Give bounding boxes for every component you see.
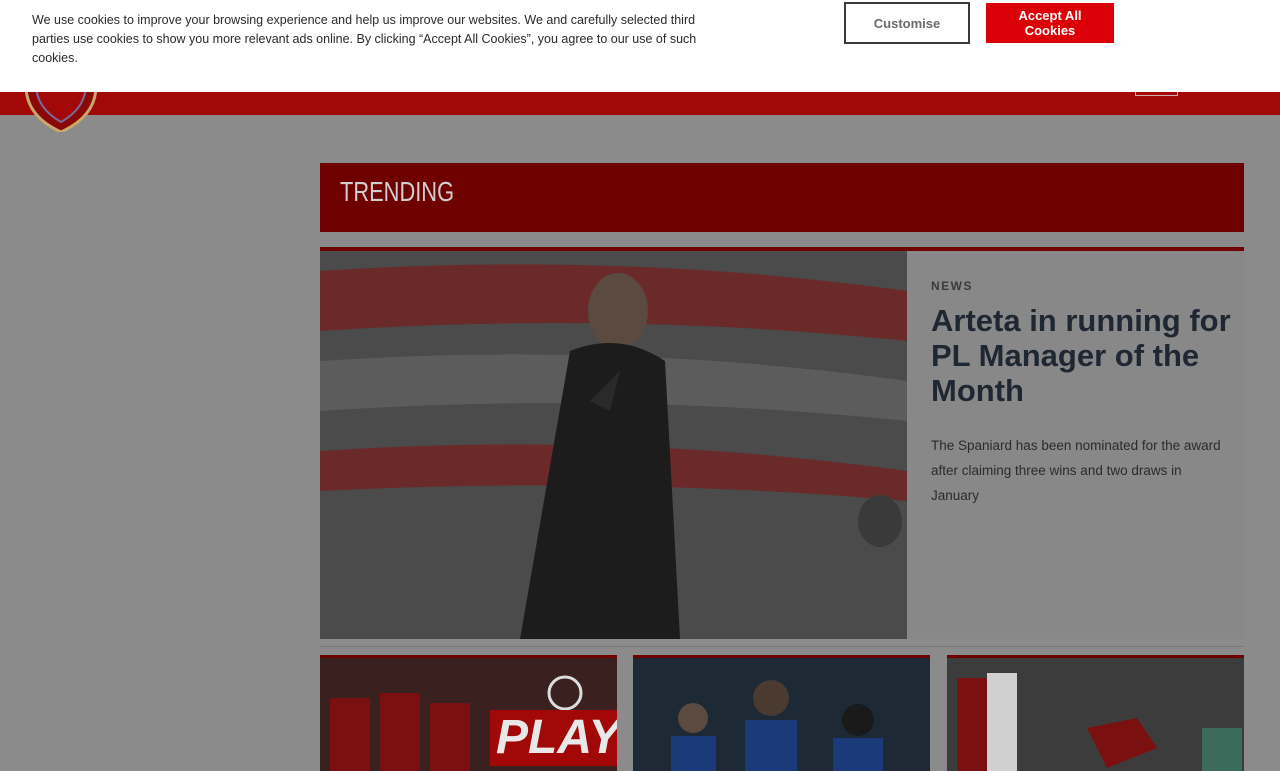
trending-bar — [320, 163, 1244, 232]
card-overlay-text: PLAYER — [490, 710, 617, 766]
article-headline[interactable]: Arteta in running for PL Manager of the … — [931, 303, 1231, 408]
manager-photo — [320, 251, 907, 639]
cookie-banner: We use cookies to improve your browsing … — [0, 0, 1280, 92]
article-card[interactable]: PLAYER — [320, 655, 617, 771]
trending-title: TRENDING — [340, 176, 455, 207]
page-background: adidas Emirates VISIT RWANDA TRENDING NE… — [0, 0, 1280, 771]
article-summary: The Spaniard has been nominated for the … — [931, 438, 1221, 503]
cookie-notice-text: We use cookies to improve your browsing … — [32, 13, 697, 65]
match-action-photo — [947, 658, 1244, 771]
divider — [320, 646, 1244, 647]
accept-all-cookies-button[interactable]: Accept All Cookies — [986, 3, 1114, 43]
featured-article-text: NEWS Arteta in running for PL Manager of… — [907, 251, 1244, 639]
training-photo — [633, 658, 930, 771]
article-category-tag[interactable]: NEWS — [931, 279, 973, 293]
article-card[interactable] — [947, 655, 1244, 771]
article-card[interactable] — [633, 655, 930, 771]
customise-button[interactable]: Customise — [844, 2, 970, 44]
featured-article-image[interactable] — [320, 251, 907, 639]
featured-article[interactable]: NEWS Arteta in running for PL Manager of… — [320, 247, 1244, 647]
